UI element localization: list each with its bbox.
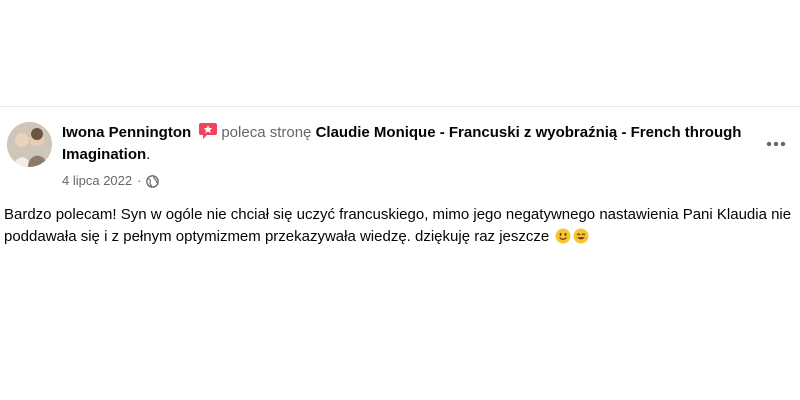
post-body-text: Bardzo polecam! Syn w ogóle nie chciał s… xyxy=(4,206,792,245)
post-body: Bardzo polecam! Syn w ogóle nie chciał s… xyxy=(4,204,794,248)
more-horizontal-icon xyxy=(766,141,786,147)
smiling-face-icon xyxy=(555,228,571,244)
recommends-label: poleca stronę xyxy=(221,124,312,141)
post-date[interactable]: 4 lipca 2022 xyxy=(62,172,132,190)
post-meta: 4 lipca 2022 · xyxy=(62,172,160,190)
feed-background xyxy=(0,0,800,106)
avatar[interactable] xyxy=(7,122,52,167)
globe-icon[interactable] xyxy=(146,174,160,188)
smiling-eyes-face-icon xyxy=(573,228,589,244)
trailing-period: . xyxy=(146,146,151,163)
avatar-photo xyxy=(7,122,52,167)
more-options-button[interactable] xyxy=(762,134,790,154)
post-card: Iwona Pennington poleca stronę Claudie M… xyxy=(0,107,800,400)
post-header: Iwona Pennington poleca stronę Claudie M… xyxy=(62,122,742,166)
author-name[interactable]: Iwona Pennington xyxy=(62,124,191,141)
recommend-badge-icon xyxy=(198,122,218,140)
meta-separator: · xyxy=(137,173,142,188)
